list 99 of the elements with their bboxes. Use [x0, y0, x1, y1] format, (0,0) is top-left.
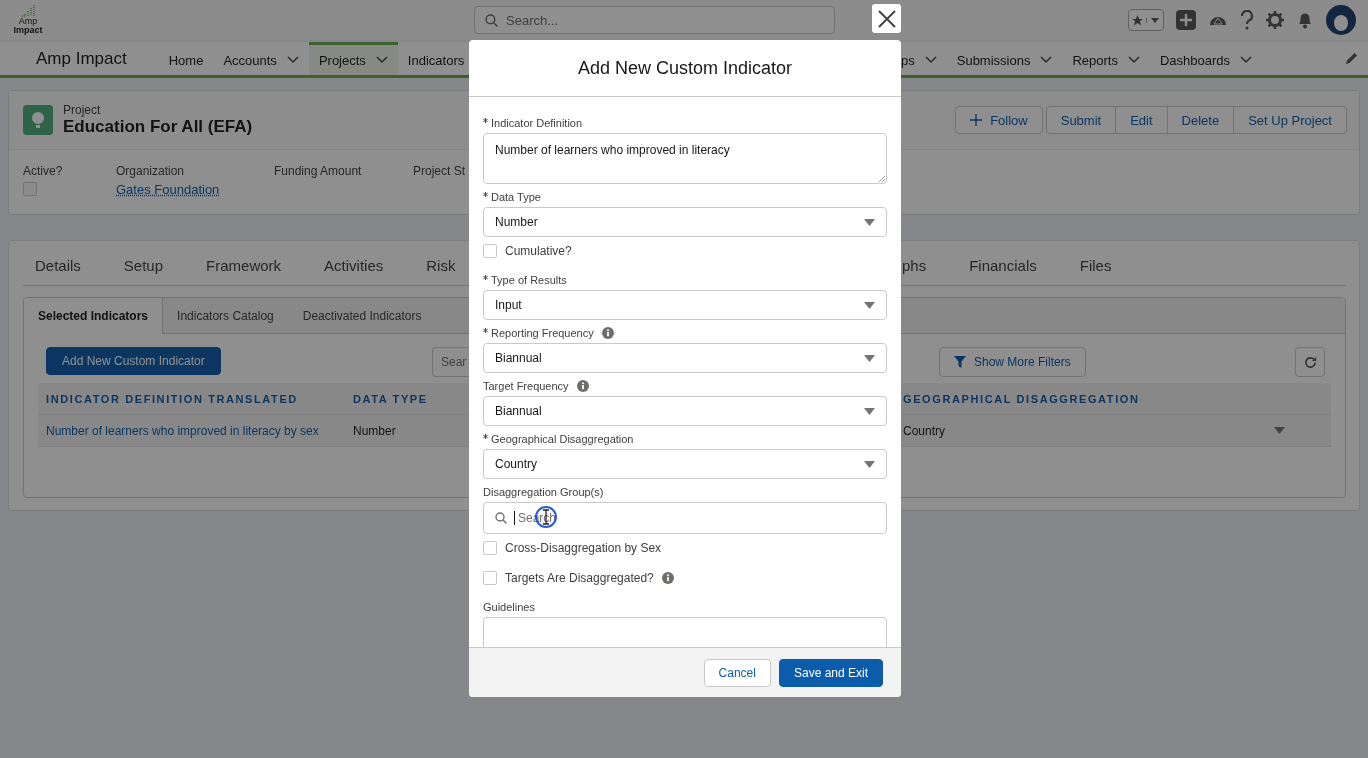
chevron-down-icon[interactable] [1040, 56, 1053, 64]
filters-button[interactable]: Show More Filters [939, 347, 1086, 377]
field-label: Guidelines [483, 601, 535, 613]
record-tab[interactable]: Framework [194, 257, 294, 285]
field-label: Type of Results [491, 274, 567, 286]
help-icon[interactable] [1240, 10, 1254, 30]
checkbox[interactable] [483, 571, 497, 585]
add-indicator-button[interactable]: Add New Custom Indicator [46, 347, 221, 375]
action-button[interactable]: Delete [1166, 106, 1235, 134]
info-icon[interactable] [576, 380, 589, 392]
record-tab[interactable]: Risk [414, 257, 468, 285]
select-field[interactable]: Number [483, 207, 887, 237]
logo-text: Amp [18, 17, 38, 26]
sub-tab[interactable]: Deactivated Indicators [288, 298, 437, 333]
select-field[interactable]: Biannual [483, 343, 887, 373]
plus-icon [970, 114, 983, 126]
logo-icon [20, 5, 36, 17]
indicator-link[interactable]: Number of learners who improved in literacy by sex [38, 423, 345, 438]
select-field[interactable]: Country [483, 449, 887, 479]
nav-tab[interactable]: Reports [1062, 42, 1150, 75]
column-header[interactable]: INDICATOR DEFINITION TRANSLATED [38, 392, 345, 405]
pencil-icon[interactable] [1345, 52, 1358, 65]
record-tab[interactable]: Setup [111, 257, 176, 285]
caret-down-icon [864, 460, 875, 468]
add-icon[interactable] [1176, 10, 1196, 30]
select-field[interactable]: Biannual [483, 396, 887, 426]
table-cell: Country [903, 423, 946, 438]
info-icon[interactable] [661, 572, 674, 584]
chevron-down-icon[interactable] [924, 56, 937, 64]
action-button[interactable]: Edit [1115, 106, 1168, 134]
nav-tab[interactable]: Home [158, 42, 214, 75]
caret-down-icon [1150, 17, 1159, 23]
nav-tab[interactable]: ps [901, 42, 947, 75]
sub-tab[interactable]: Indicators Catalog [163, 298, 289, 333]
field-label: Target Frequency [483, 380, 569, 392]
select-field[interactable]: Input [483, 290, 887, 320]
chevron-down-icon[interactable] [1240, 56, 1253, 64]
record-tab[interactable]: Files [1067, 257, 1124, 285]
record-tab[interactable]: phs [902, 257, 939, 285]
record-type: Project [63, 103, 102, 117]
info-icon[interactable] [601, 327, 614, 339]
chevron-down-icon[interactable] [286, 56, 299, 64]
settings-icon[interactable] [1266, 11, 1284, 29]
table-cell-text: Number [352, 423, 396, 438]
field-label: Disaggregation Group(s) [483, 486, 604, 498]
chevron-down-icon[interactable] [375, 56, 388, 64]
avatar-icon[interactable] [1326, 5, 1356, 35]
checkbox-label: Targets Are Disaggregated? [505, 571, 654, 585]
nav-tab[interactable]: Accounts [213, 42, 309, 75]
nav-tab[interactable]: Projects [308, 42, 398, 75]
search-field[interactable]: Search... [474, 6, 835, 34]
column-header[interactable]: DATA TYPE [345, 392, 428, 405]
record-tab[interactable]: Financials [957, 257, 1049, 285]
refresh-button[interactable] [1295, 347, 1325, 377]
sub-tab[interactable]: Selected Indicators [24, 298, 164, 334]
record-title: Education For All (EFA) [63, 117, 253, 137]
search-icon [485, 13, 498, 27]
checkbox-label: Cumulative? [505, 244, 572, 258]
nav-tab[interactable]: Submissions [946, 42, 1063, 75]
chevron-down-icon[interactable] [1127, 56, 1140, 64]
field-label: Indicator Definition [491, 117, 583, 129]
field-label: Geographical Disaggregation [491, 433, 634, 445]
caret-down-icon [1274, 427, 1285, 434]
checkbox-label: Cross-Disaggregation by Sex [505, 541, 662, 555]
column-header[interactable]: GEOGRAPHICAL DISAGGREGATION [903, 392, 1140, 405]
close-button[interactable] [872, 4, 901, 33]
search-icon [495, 512, 507, 524]
field-label: Data Type [491, 191, 541, 203]
caret-down-icon [864, 301, 875, 309]
field-label: Reporting Frequency [491, 327, 594, 339]
filter-icon [954, 356, 966, 368]
field-label: Project St [413, 164, 466, 178]
checkbox[interactable] [483, 244, 497, 258]
follow-button[interactable]: Follow [955, 106, 1043, 134]
field-label: Active? [23, 164, 64, 178]
action-button[interactable]: Set Up Project [1233, 106, 1347, 134]
record-tab[interactable]: Activities [312, 257, 396, 285]
bell-icon[interactable] [1296, 11, 1314, 29]
refresh-icon [1303, 355, 1317, 369]
favorites-button[interactable] [1128, 9, 1164, 31]
save-button[interactable]: Save and Exit [778, 658, 883, 687]
field-label: Organization [116, 164, 186, 178]
resize-handle-icon[interactable] [878, 175, 885, 182]
nav-tab[interactable]: Dashboards [1149, 42, 1263, 75]
logo-text: Impact [13, 26, 43, 35]
text-area[interactable]: Number of learners who improved in literacy [483, 133, 887, 184]
close-icon [877, 9, 896, 28]
star-icon [1130, 13, 1144, 27]
caret-down-icon [864, 218, 875, 226]
cancel-button[interactable]: Cancel [703, 658, 771, 687]
lightbulb-icon [23, 105, 53, 135]
modal-title: Add New Custom Indicator [577, 57, 793, 79]
organization-link[interactable]: Gates Foundation [116, 182, 274, 197]
caret-down-icon [864, 354, 875, 362]
checkbox[interactable] [483, 541, 497, 555]
app-name: Amp Impact [36, 48, 127, 69]
field-label: Funding Amount [274, 164, 363, 178]
record-tab[interactable]: Details [23, 257, 93, 285]
action-button[interactable]: Submit [1045, 106, 1117, 134]
